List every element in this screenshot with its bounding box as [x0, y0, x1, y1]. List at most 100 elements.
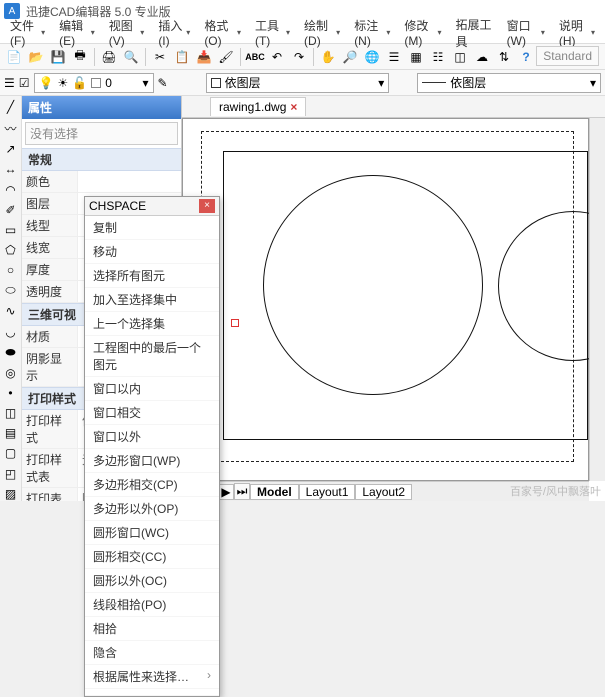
- dd-fence-po[interactable]: 线段相拾(PO): [85, 593, 219, 617]
- polygon-icon[interactable]: ⬠: [3, 243, 19, 257]
- group-general[interactable]: 常规: [22, 148, 181, 171]
- selection-combo[interactable]: 没有选择: [22, 119, 181, 148]
- point-icon[interactable]: •: [3, 386, 19, 400]
- dd-implied[interactable]: 隐含: [85, 641, 219, 665]
- save-icon[interactable]: 💾: [48, 47, 68, 67]
- text-style-combo[interactable]: Standard: [536, 46, 599, 66]
- paste-icon[interactable]: 📥: [194, 47, 214, 67]
- dd-last-ent[interactable]: 工程图中的最后一个图元: [85, 336, 219, 377]
- new-icon[interactable]: 📄: [4, 47, 24, 67]
- copy-icon[interactable]: 📋: [172, 47, 192, 67]
- freehand-icon[interactable]: ✐: [3, 203, 19, 217]
- toolbar-sep2: [145, 48, 146, 66]
- dd-blank[interactable]: [85, 689, 219, 696]
- arc-icon[interactable]: ◠: [3, 183, 19, 197]
- print-icon[interactable]: 🖨: [99, 47, 119, 67]
- dd-window-out[interactable]: 窗口以外: [85, 425, 219, 449]
- cloud2-icon[interactable]: ⇅: [494, 47, 514, 67]
- dd-window-in[interactable]: 窗口以内: [85, 377, 219, 401]
- menu-edit[interactable]: 编辑(E)▾: [53, 15, 101, 50]
- color-select[interactable]: 依图层 ▾: [206, 73, 390, 93]
- block-icon[interactable]: ◫: [450, 47, 470, 67]
- cloud-icon[interactable]: ☁: [472, 47, 492, 67]
- dd-move[interactable]: 移动: [85, 240, 219, 264]
- preview-icon[interactable]: 🔍: [121, 47, 141, 67]
- menu-tools[interactable]: 工具(T)▾: [249, 15, 296, 50]
- layout-tab-2[interactable]: Layout2: [355, 484, 412, 500]
- menu-view[interactable]: 视图(V)▾: [103, 15, 151, 50]
- layout-tab-1[interactable]: Layout1: [299, 484, 356, 500]
- tab-nav-next[interactable]: ▶: [218, 484, 234, 500]
- dd-pick[interactable]: 相拾: [85, 617, 219, 641]
- close-icon[interactable]: ×: [199, 199, 215, 213]
- ellipse2-icon[interactable]: ⬬: [3, 345, 19, 360]
- dd-poly-cp[interactable]: 多边形相交(CP): [85, 473, 219, 497]
- menu-help[interactable]: 说明(H)▾: [553, 15, 601, 50]
- donut-icon[interactable]: ◎: [3, 366, 19, 380]
- tab-nav-last[interactable]: ⏭: [234, 483, 250, 500]
- close-icon[interactable]: ×: [290, 100, 297, 114]
- layers-icon[interactable]: ☰: [384, 47, 404, 67]
- polyline-icon[interactable]: 〰: [3, 120, 19, 136]
- redo-icon[interactable]: ↷: [289, 47, 309, 67]
- layer2-icon[interactable]: ▦: [406, 47, 426, 67]
- block2-icon[interactable]: ◫: [3, 406, 19, 420]
- props-icon[interactable]: ☷: [428, 47, 448, 67]
- orbit-icon[interactable]: 🌐: [362, 47, 382, 67]
- xline-icon[interactable]: ↔: [3, 162, 19, 176]
- menu-insert[interactable]: 插入(I)▾: [152, 15, 196, 50]
- dd-select-all[interactable]: 选择所有图元: [85, 264, 219, 288]
- rect-icon[interactable]: ▭: [3, 223, 19, 237]
- boundary-icon[interactable]: ◰: [3, 467, 19, 481]
- arc2-icon[interactable]: ◡: [3, 325, 19, 339]
- ellipse-icon[interactable]: ⬭: [3, 283, 19, 298]
- dd-window-cross[interactable]: 窗口相交: [85, 401, 219, 425]
- region-icon[interactable]: ▢: [3, 446, 19, 460]
- menu-modify[interactable]: 修改(M)▾: [398, 15, 447, 50]
- menu-draw[interactable]: 绘制(D)▾: [298, 15, 346, 50]
- help-icon[interactable]: ?: [516, 47, 536, 67]
- layout-tab-model[interactable]: Model: [250, 484, 299, 500]
- line-icon: [422, 82, 446, 83]
- dd-circle-cc[interactable]: 圆形相交(CC): [85, 545, 219, 569]
- open-icon[interactable]: 📂: [26, 47, 46, 67]
- menu-window[interactable]: 窗口(W)▾: [501, 15, 551, 50]
- menu-ext[interactable]: 拓展工具: [450, 14, 499, 52]
- undo-icon[interactable]: ↶: [267, 47, 287, 67]
- layer-combo[interactable]: 💡 ☀ 🔓 0 ▾: [34, 73, 154, 93]
- saveall-icon[interactable]: 🖶: [70, 47, 90, 67]
- circle-entity[interactable]: [263, 175, 483, 395]
- layerprops-icon[interactable]: ☰: [4, 76, 15, 90]
- document-tab[interactable]: rawing1.dwg ×: [210, 97, 306, 116]
- lineweight-select[interactable]: 依图层 ▾: [417, 73, 601, 93]
- menu-file[interactable]: 文件(F)▾: [4, 15, 51, 50]
- abc-icon[interactable]: ABC: [245, 47, 265, 67]
- hatch-icon[interactable]: ▤: [3, 426, 19, 440]
- vertical-scrollbar[interactable]: [589, 118, 605, 481]
- dd-add-sel[interactable]: 加入至选择集中: [85, 288, 219, 312]
- match-icon[interactable]: 🖌: [216, 47, 236, 67]
- dd-prev-sel[interactable]: 上一个选择集: [85, 312, 219, 336]
- color-swatch: [91, 78, 101, 88]
- ray-icon[interactable]: ↗: [3, 142, 19, 156]
- layer-tool-icon[interactable]: ✎: [158, 76, 168, 90]
- prop-color-v[interactable]: [78, 171, 181, 192]
- drawing-viewport[interactable]: [182, 118, 589, 481]
- dd-by-props[interactable]: 根据属性来选择…: [85, 665, 219, 689]
- menu-format[interactable]: 格式(O)▾: [198, 15, 247, 50]
- menu-dim[interactable]: 标注(N)▾: [348, 15, 396, 50]
- dd-circle-wc[interactable]: 圆形窗口(WC): [85, 521, 219, 545]
- pan-icon[interactable]: ✋: [318, 47, 338, 67]
- spline-icon[interactable]: ∿: [3, 304, 19, 318]
- dd-copy[interactable]: 复制: [85, 216, 219, 240]
- dd-poly-wp[interactable]: 多边形窗口(WP): [85, 449, 219, 473]
- circle-icon[interactable]: ○: [3, 263, 19, 277]
- zoom-icon[interactable]: 🔎: [340, 47, 360, 67]
- draw-toolbar: ╱ 〰 ↗ ↔ ◠ ✐ ▭ ⬠ ○ ⬭ ∿ ◡ ⬬ ◎ • ◫ ▤ ▢ ◰ ▨: [0, 96, 22, 501]
- wipeout-icon[interactable]: ▨: [3, 487, 19, 501]
- lock-icon: 🔓: [72, 76, 87, 90]
- layerstate-icon[interactable]: ☑: [19, 76, 30, 90]
- cut-icon[interactable]: ✂: [150, 47, 170, 67]
- dd-circle-oc[interactable]: 圆形以外(OC): [85, 569, 219, 593]
- line-icon[interactable]: ╱: [3, 100, 19, 114]
